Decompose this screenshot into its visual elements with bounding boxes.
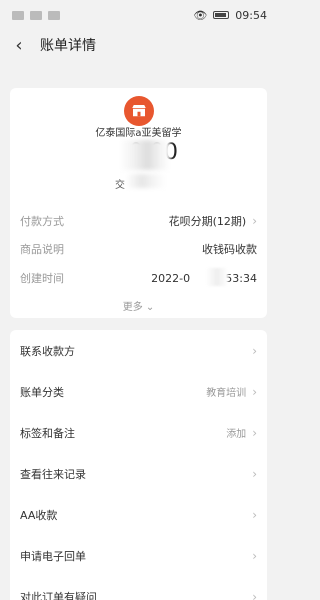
chevron-right-icon: › [252,548,257,563]
payment-method-label: 付款方式 [20,215,64,228]
product-desc-label: 商品说明 [20,243,64,256]
chevron-right-icon: › [252,384,257,399]
list-item-contact-payee[interactable]: 联系收款方 › [10,330,267,371]
chevron-right-icon: › [252,425,257,440]
list-item-question[interactable]: 对此订单有疑问 › [10,576,267,600]
list-item-label: 查看往来记录 [20,467,86,481]
bill-status: 交 [115,180,125,191]
chevron-right-icon: › [252,214,257,228]
list-item-e-receipt[interactable]: 申请电子回单 › [10,535,267,576]
list-item-label: 账单分类 [20,385,64,399]
back-arrow-icon[interactable]: ‹ [10,35,28,56]
status-time: 09:54 [235,8,267,22]
action-list-card: 联系收款方 › 账单分类 教育培训 › 标签和备注 添加 › 查看往来记录 › AA… [10,330,267,600]
bill-summary-card: 亿泰国际a亚美留学 0.00 交 付款方式 花呗分期(12期)› 商品说明 收钱… [10,88,267,318]
list-item-label: 对此订单有疑问 [20,590,97,600]
sim-icon [12,10,24,20]
more-label: 更多 [122,302,143,313]
chevron-right-icon: › [252,343,257,358]
list-item-label: AA收款 [20,508,58,522]
signal-icon [30,10,42,20]
battery-icon [213,11,230,19]
chevron-down-icon: ⌄ [145,302,155,313]
list-item-aa-collect[interactable]: AA收款 › [10,494,267,535]
signal-indicators [12,10,60,20]
category-value: 教育培训 [206,388,247,399]
product-desc-value: 收钱码收款 [202,243,257,256]
list-item-label: 标签和备注 [20,426,75,440]
add-value: 添加 [226,429,247,440]
time-redaction [206,268,228,286]
list-item-bill-category[interactable]: 账单分类 教育培训 › [10,371,267,412]
wifi-icon [48,10,60,20]
list-item-tags-notes[interactable]: 标签和备注 添加 › [10,412,267,453]
merchant-name: 亿泰国际a亚美留学 [95,128,182,139]
list-item-history[interactable]: 查看往来记录 › [10,453,267,494]
shop-icon [131,105,146,117]
list-item-label: 申请电子回单 [20,549,86,563]
status-redaction [126,174,166,188]
merchant-logo [123,96,154,126]
payment-method-value: 花呗分期(12期) [168,215,247,228]
product-desc-row: 商品说明 收钱码收款 [20,240,257,258]
created-time-label: 创建时间 [20,272,64,285]
created-time-value: 2022-0 09:53:34 [151,271,257,285]
payment-method-row[interactable]: 付款方式 花呗分期(12期) › [20,212,257,230]
amount-redaction [120,140,170,170]
more-toggle[interactable]: 更多 ⌄ [10,298,267,313]
list-item-label: 联系收款方 [20,344,75,358]
chevron-right-icon: › [252,507,257,522]
status-bar: 👁 09:54 [0,0,277,30]
chevron-right-icon: › [252,589,257,600]
page-title: 账单详情 [40,38,96,54]
eye-icon: 👁 [193,8,208,22]
header: ‹ 账单详情 [0,30,277,60]
chevron-right-icon: › [252,466,257,481]
